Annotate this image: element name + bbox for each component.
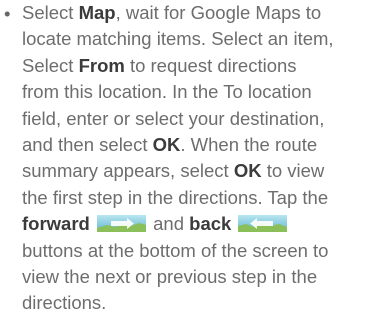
text-line-5: field, enter or select your destination, — [22, 106, 381, 132]
bold-term-forward: forward — [22, 213, 90, 235]
text-run: directions. — [22, 292, 107, 314]
text-line-12: directions. — [22, 290, 381, 316]
text-line-2: locate matching items. Select an item, — [22, 26, 381, 52]
instruction-document: • Select Map, wait for Google Maps to lo… — [0, 0, 381, 319]
text-run: locate matching items. Select an item, — [22, 28, 334, 50]
bold-term-back: back — [189, 213, 232, 235]
text-line-10: buttons at the bottom of the screen to — [22, 238, 381, 264]
text-run: summary appears, select — [22, 160, 234, 182]
text-line-7: summary appears, select OK to view — [22, 158, 381, 184]
text-line-3: Select From to request directions — [22, 53, 381, 79]
back-button-icon — [238, 215, 288, 233]
text-run: and then select — [22, 133, 153, 155]
bullet: • — [4, 3, 11, 24]
text-run: and — [153, 213, 190, 235]
text-line-4: from this location. In the To location — [22, 79, 381, 105]
text-run: to view — [261, 160, 325, 182]
text-line-9: forward and back — [22, 211, 381, 237]
text-run: field, enter or select your destination, — [22, 107, 325, 129]
text-run: the first step in the directions. Tap th… — [22, 186, 329, 208]
text-run: Select — [22, 2, 79, 23]
text-run: from this location. In the To location — [22, 81, 312, 103]
text-run: to request directions — [124, 54, 297, 76]
text-line-6: and then select OK. When the route — [22, 132, 381, 158]
bold-term-ok: OK — [233, 160, 262, 182]
text-run: view the next or previous step in the — [22, 265, 318, 287]
bold-term-from: From — [78, 54, 125, 76]
text-run: . When the route — [180, 133, 318, 155]
text-line-8: the first step in the directions. Tap th… — [22, 185, 381, 211]
text-run: , wait for Google Maps to — [115, 2, 322, 23]
text-line-1: Select Map, wait for Google Maps to — [22, 0, 381, 26]
instruction-paragraph: Select Map, wait for Google Maps to loca… — [22, 0, 381, 317]
text-run: Select — [22, 54, 79, 76]
text-line-11: view the next or previous step in the — [22, 264, 381, 290]
bold-term-ok: OK — [152, 133, 181, 155]
text-run: buttons at the bottom of the screen to — [22, 239, 329, 261]
bold-term-map: Map — [78, 2, 116, 23]
forward-button-icon — [96, 215, 146, 233]
